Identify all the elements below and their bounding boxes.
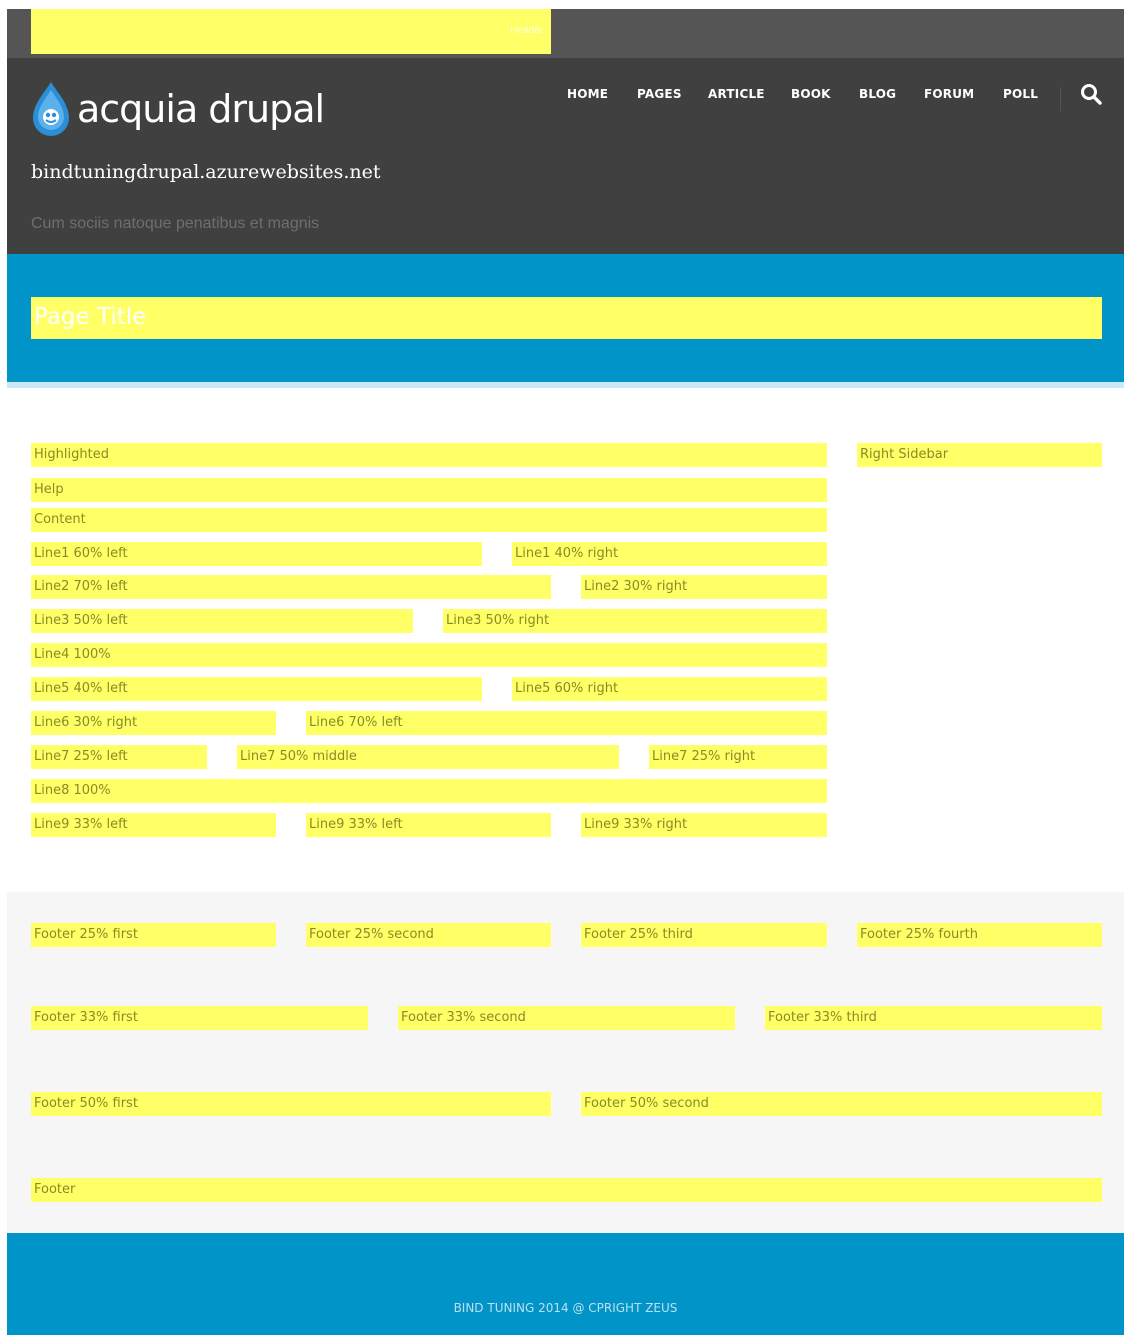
region-label: Line7 25% right	[652, 749, 756, 764]
region-label: Footer 50% second	[584, 1096, 709, 1111]
region-label: Footer 50% first	[34, 1096, 138, 1111]
region-line7-right: Line7 25% right	[649, 745, 827, 769]
region-label: Line2 70% left	[34, 579, 128, 594]
region-label: Line3 50% left	[34, 613, 128, 628]
nav-item-blog[interactable]: BLOG	[859, 87, 896, 101]
region-label: Line4 100%	[34, 647, 111, 662]
copyright-text: BIND TUNING 2014 @ CPRIGHT ZEUS	[453, 1301, 678, 1315]
region-line8: Line8 100%	[31, 779, 827, 803]
region-line9-left-a: Line9 33% left	[31, 813, 276, 837]
nav-divider	[1060, 87, 1061, 111]
top-region-label: Header	[510, 25, 543, 36]
region-line5-right: Line5 60% right	[512, 677, 827, 701]
nav-item-article[interactable]: ARTICLE	[708, 87, 765, 101]
region-label: Footer	[34, 1182, 76, 1197]
region-label: Footer 25% first	[34, 927, 138, 942]
page-frame: Header acquia drupal bindtuningdrupal.az…	[7, 9, 1124, 1335]
region-label: Footer 25% second	[309, 927, 434, 942]
region-label: Line5 60% right	[515, 681, 619, 696]
region-label: Line7 25% left	[34, 749, 128, 764]
region-label: Line3 50% right	[446, 613, 550, 628]
region-label: Help	[34, 482, 64, 497]
region-footer-33-third: Footer 33% third	[765, 1006, 1102, 1030]
region-footer-50-second: Footer 50% second	[581, 1092, 1102, 1116]
region-footer-25-first: Footer 25% first	[31, 923, 276, 947]
region-label: Line6 70% left	[309, 715, 403, 730]
region-line6-right: Line6 30% right	[31, 711, 276, 735]
page-title: Page Title	[34, 304, 147, 330]
region-footer: Footer	[31, 1178, 1102, 1202]
footer-regions: Footer 25% first Footer 25% second Foote…	[7, 892, 1124, 1233]
region-line6-left: Line6 70% left	[306, 711, 827, 735]
region-line5-left: Line5 40% left	[31, 677, 482, 701]
region-label: Footer 33% second	[401, 1010, 526, 1025]
site-slogan: Cum sociis natoque penatibus et magnis	[31, 215, 320, 232]
region-label: Footer 25% third	[584, 927, 693, 942]
top-bar: Header	[7, 9, 1124, 58]
region-label: Line9 33% left	[34, 817, 128, 832]
region-label: Line8 100%	[34, 783, 111, 798]
region-label: Line1 40% right	[515, 546, 619, 561]
region-footer-33-first: Footer 33% first	[31, 1006, 368, 1030]
region-line4: Line4 100%	[31, 643, 827, 667]
site-name[interactable]: bindtuningdrupal.azurewebsites.net	[31, 161, 381, 183]
region-label: Line2 30% right	[584, 579, 688, 594]
region-line3-right: Line3 50% right	[443, 609, 827, 633]
nav-item-home[interactable]: HOME	[567, 87, 608, 101]
region-line2-right: Line2 30% right	[581, 575, 827, 599]
region-line1-left: Line1 60% left	[31, 542, 482, 566]
region-label: Line9 33% right	[584, 817, 688, 832]
region-line9-left-b: Line9 33% left	[306, 813, 551, 837]
region-label: Highlighted	[34, 447, 109, 462]
region-highlighted: Highlighted	[31, 443, 827, 467]
site-header: acquia drupal bindtuningdrupal.azurewebs…	[7, 58, 1124, 254]
search-icon[interactable]	[1080, 83, 1102, 105]
page-title-band: Page Title	[7, 254, 1124, 382]
top-region-block: Header	[31, 9, 551, 54]
region-label: Line7 50% middle	[240, 749, 357, 764]
region-label: Line9 33% left	[309, 817, 403, 832]
region-footer-25-third: Footer 25% third	[581, 923, 827, 947]
region-line2-left: Line2 70% left	[31, 575, 551, 599]
region-right-sidebar: Right Sidebar	[857, 443, 1102, 467]
region-label: Content	[34, 512, 86, 527]
page-title-block: Page Title	[31, 297, 1102, 339]
nav-item-book[interactable]: BOOK	[791, 87, 831, 101]
region-footer-33-second: Footer 33% second	[398, 1006, 735, 1030]
region-label: Line6 30% right	[34, 715, 138, 730]
region-label: Footer 25% fourth	[860, 927, 978, 942]
region-line3-left: Line3 50% left	[31, 609, 413, 633]
region-label: Footer 33% first	[34, 1010, 138, 1025]
nav-item-poll[interactable]: POLL	[1003, 87, 1038, 101]
main-nav: HOME PAGES ARTICLE BOOK BLOG FORUM POLL	[7, 87, 1124, 107]
region-footer-25-fourth: Footer 25% fourth	[857, 923, 1102, 947]
region-label: Line5 40% left	[34, 681, 128, 696]
region-line7-middle: Line7 50% middle	[237, 745, 619, 769]
region-label: Footer 33% third	[768, 1010, 877, 1025]
region-line7-left: Line7 25% left	[31, 745, 207, 769]
region-footer-50-first: Footer 50% first	[31, 1092, 551, 1116]
bottom-bar: BIND TUNING 2014 @ CPRIGHT ZEUS	[7, 1233, 1124, 1335]
nav-item-pages[interactable]: PAGES	[637, 87, 682, 101]
region-help: Help	[31, 478, 827, 502]
region-content: Content	[31, 508, 827, 532]
title-band-divider	[7, 382, 1124, 388]
region-label: Right Sidebar	[860, 447, 949, 462]
region-line1-right: Line1 40% right	[512, 542, 827, 566]
nav-item-forum[interactable]: FORUM	[924, 87, 974, 101]
region-label: Line1 60% left	[34, 546, 128, 561]
region-line9-right: Line9 33% right	[581, 813, 827, 837]
region-footer-25-second: Footer 25% second	[306, 923, 551, 947]
